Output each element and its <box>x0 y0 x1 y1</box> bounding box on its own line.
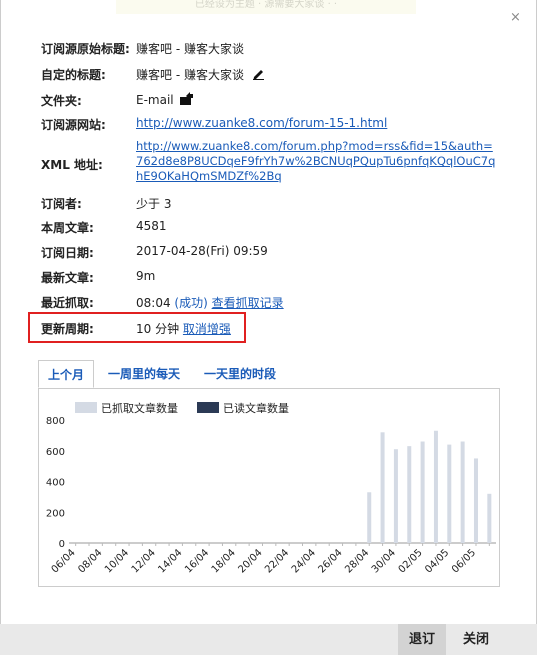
original-title-label: 订阅源原始标题: <box>41 42 130 56</box>
folder-row: E-mail <box>136 92 194 107</box>
close-button[interactable]: 关闭 <box>452 624 500 655</box>
move-folder-icon[interactable] <box>180 92 194 105</box>
bar-fetched <box>367 492 372 543</box>
weekly-articles-label: 本周文章: <box>41 221 94 235</box>
bar-fetched <box>420 441 425 543</box>
stats-tabs: 上个月 一周里的每天 一天里的时段 <box>38 360 500 389</box>
custom-title-row: 赚客吧 - 赚客大家谈 <box>136 66 265 83</box>
y-tick-label: 800 <box>46 416 65 427</box>
legend-fetched-label: 已抓取文章数量 <box>101 401 178 415</box>
legend-read-swatch <box>197 402 219 413</box>
edit-pencil-icon[interactable] <box>252 67 265 80</box>
notification-bar: 已经设为主题 · 源需要大家谈 · · <box>116 0 416 14</box>
x-tick-label: 18/04 <box>210 547 238 575</box>
xml-label: XML 地址: <box>41 158 103 172</box>
update-cycle-value: 10 分钟 <box>136 322 180 336</box>
x-tick-label: 08/04 <box>76 547 104 575</box>
folder-value: E-mail <box>136 93 174 107</box>
articles-chart: 已抓取文章数量 已读文章数量 800 600 400 200 006/0408/0410/0… <box>46 401 496 576</box>
subscribers-label: 订阅者: <box>41 197 82 211</box>
dialog-footer: 退订 关闭 <box>0 624 537 655</box>
site-link[interactable]: http://www.zuanke8.com/forum-15-1.html <box>136 116 387 130</box>
tab-hours[interactable]: 一天里的时段 <box>195 360 285 388</box>
tab-last-month[interactable]: 上个月 <box>38 360 95 388</box>
x-tick-label: 20/04 <box>236 547 264 575</box>
x-tick-label: 06/04 <box>50 547 78 575</box>
x-tick-label: 24/04 <box>290 547 318 575</box>
stats-chart-panel: 已抓取文章数量 已读文章数量 800 600 400 200 0 06/04 08/04 10/0… <box>38 388 500 587</box>
fetch-status: (成功) <box>174 296 208 310</box>
feed-info-dialog: 已经设为主题 · 源需要大家谈 · · × 订阅源原始标题: 赚客吧 - 赚客大… <box>0 0 537 624</box>
cancel-boost-link[interactable]: 取消增强 <box>183 322 231 336</box>
site-label: 订阅源网站: <box>41 118 106 132</box>
x-tick-label: 28/04 <box>343 547 371 575</box>
original-title-value: 赚客吧 - 赚客大家谈 <box>136 42 244 56</box>
x-tick-label: 04/05 <box>423 547 451 575</box>
folder-label: 文件夹: <box>41 94 82 108</box>
x-tick-label: 30/04 <box>370 547 398 575</box>
x-tick-label: 22/04 <box>263 547 291 575</box>
last-fetch-row: 08:04 (成功) 查看抓取记录 <box>136 294 284 311</box>
custom-title-label: 自定的标题: <box>41 68 106 82</box>
x-tick-label: 26/04 <box>317 547 345 575</box>
update-cycle-row: 10 分钟 取消增强 <box>136 320 231 337</box>
xml-link[interactable]: http://www.zuanke8.com/forum.php?mod=rss… <box>136 139 496 184</box>
latest-article-value: 9m <box>136 269 156 283</box>
bar-fetched <box>447 444 452 543</box>
x-tick-label: 10/04 <box>103 547 131 575</box>
legend-fetched-swatch <box>75 402 97 413</box>
bar-fetched <box>460 441 465 543</box>
y-tick-label: 200 <box>46 508 65 519</box>
x-tick-label: 16/04 <box>183 547 211 575</box>
fetch-log-link[interactable]: 查看抓取记录 <box>212 296 284 310</box>
custom-title-value: 赚客吧 - 赚客大家谈 <box>136 68 244 82</box>
bar-fetched <box>393 449 398 543</box>
subscribers-value: 少于 3 <box>136 197 172 211</box>
weekly-articles-value: 4581 <box>136 219 167 233</box>
bar-fetched <box>433 430 438 543</box>
bar-fetched <box>407 446 412 543</box>
latest-article-label: 最新文章: <box>41 271 94 285</box>
bar-fetched <box>473 458 478 543</box>
bar-fetched <box>380 432 385 543</box>
tab-weekdays[interactable]: 一周里的每天 <box>99 360 189 388</box>
legend-read-label: 已读文章数量 <box>223 401 289 415</box>
subscribe-date-value: 2017-04-28(Fri) 09:59 <box>136 244 268 258</box>
close-icon[interactable]: × <box>510 10 521 25</box>
x-tick-label: 02/05 <box>397 547 425 575</box>
y-tick-label: 0 <box>59 539 65 550</box>
subscribe-date-label: 订阅日期: <box>41 246 94 260</box>
x-tick-label: 06/05 <box>450 547 478 575</box>
x-tick-label: 14/04 <box>156 547 184 575</box>
last-fetch-time: 08:04 <box>136 296 171 310</box>
last-fetch-label: 最近抓取: <box>41 296 94 310</box>
y-tick-label: 400 <box>46 478 65 489</box>
bar-fetched <box>487 493 492 543</box>
x-tick-label: 12/04 <box>130 547 158 575</box>
y-tick-label: 600 <box>46 447 65 458</box>
unsubscribe-button[interactable]: 退订 <box>398 624 446 655</box>
update-cycle-label: 更新周期: <box>41 322 94 336</box>
